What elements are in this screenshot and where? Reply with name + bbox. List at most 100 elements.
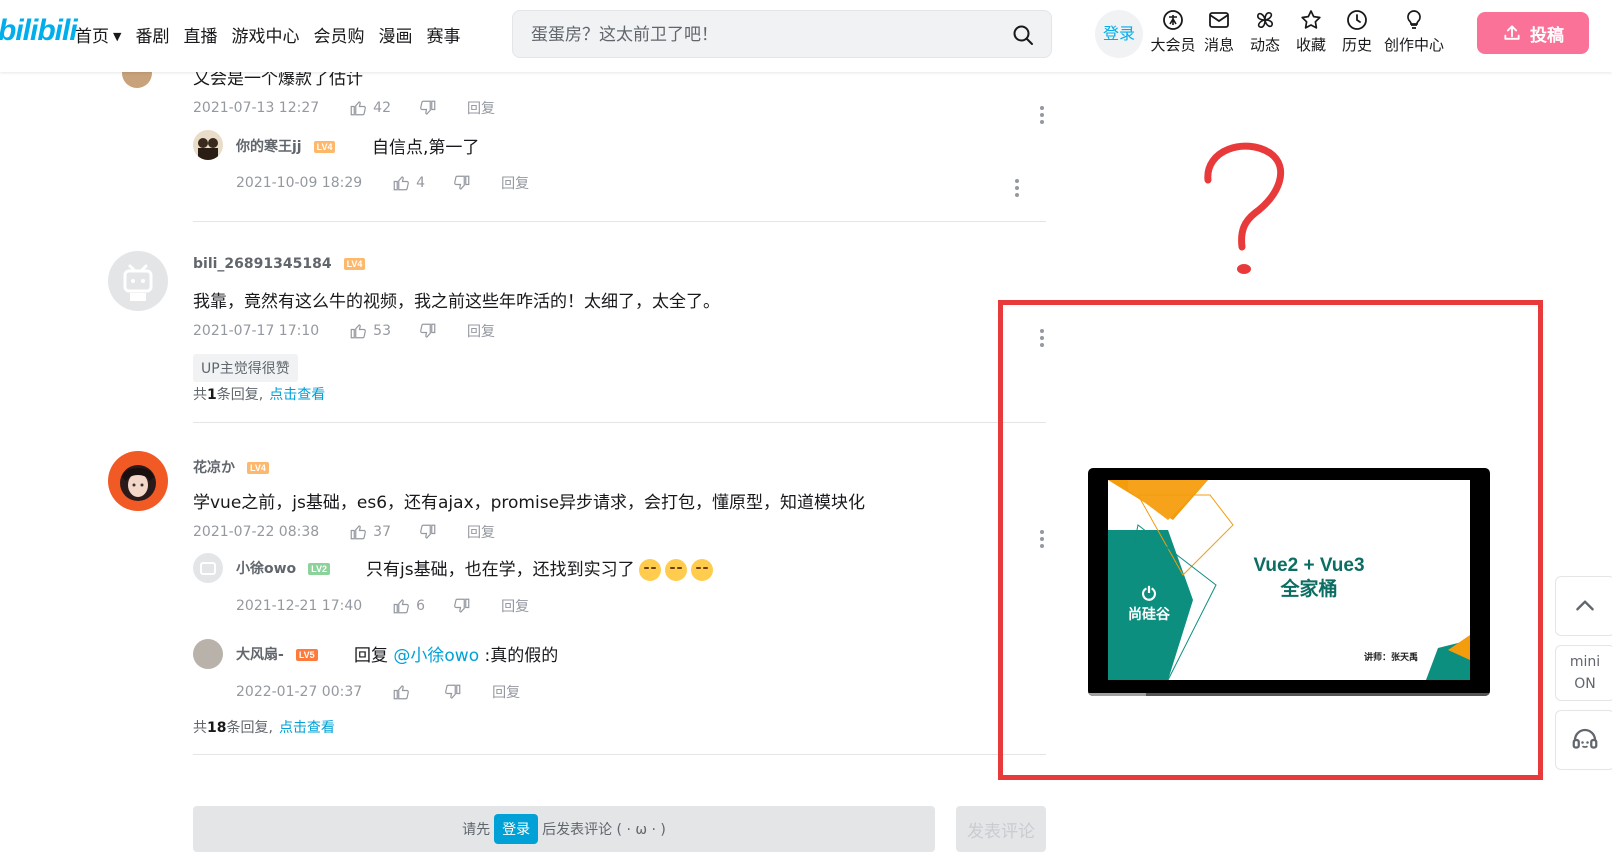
star-icon — [1301, 10, 1321, 29]
reply-button[interactable]: 回复 — [467, 522, 495, 542]
view-replies-link[interactable]: 点击查看 — [269, 387, 325, 403]
video-title-line1: Vue2 + Vue3 — [1253, 555, 1365, 576]
reply-button[interactable]: 回复 — [467, 98, 495, 118]
reply-button[interactable]: 回复 — [467, 321, 495, 341]
reply-button[interactable]: 回复 — [501, 173, 529, 193]
lightbulb-icon — [1407, 10, 1421, 29]
reply-button[interactable]: 回复 — [492, 682, 520, 702]
reply-count: 1 — [207, 387, 217, 403]
back-to-top-button[interactable] — [1555, 576, 1612, 636]
like-button[interactable] — [392, 683, 416, 701]
top-header: bilibili 首页 ▼ 番剧 直播 游戏中心 会员购 漫画 赛事 登录 大会员… — [0, 0, 1612, 72]
username[interactable]: 花凉か LV4 — [193, 457, 269, 477]
comment-time: 2021-12-21 17:40 — [236, 598, 363, 614]
nav-home[interactable]: 首页 ▼ — [75, 22, 121, 47]
reply-summary: 共18条回复, 点击查看 — [193, 717, 335, 737]
like-button[interactable]: 4 — [392, 174, 425, 192]
comment-meta: 2022-01-27 00:37 回复 — [236, 682, 520, 702]
username[interactable]: bili_26891345184 LV4 — [193, 256, 366, 272]
nav-home-label[interactable]: 首页 — [75, 27, 109, 47]
nav-mall[interactable]: 会员购 — [313, 22, 364, 47]
favorites-button[interactable]: 收藏 — [1288, 6, 1334, 55]
level-badge: LV4 — [313, 141, 336, 153]
username[interactable]: 你的寒王jj LV4 — [236, 136, 336, 156]
upload-button[interactable]: 投稿 — [1477, 12, 1589, 54]
more-menu-icon[interactable] — [1039, 106, 1045, 128]
reply-count: 18 — [207, 720, 227, 736]
search-icon[interactable] — [1011, 23, 1035, 47]
reply-button[interactable]: 回复 — [501, 596, 529, 616]
like-button[interactable]: 42 — [349, 99, 391, 117]
nav-manga[interactable]: 漫画 — [378, 22, 412, 47]
username[interactable]: 大风扇- LV5 — [236, 644, 318, 664]
comment-time: 2021-07-17 17:10 — [193, 323, 320, 339]
reply-text: 自信点,第一了 — [372, 138, 480, 158]
history-button[interactable]: 历史 — [1334, 6, 1380, 55]
history-label: 历史 — [1341, 36, 1372, 54]
view-replies-link[interactable]: 点击查看 — [279, 720, 335, 736]
dislike-button[interactable] — [453, 174, 471, 192]
customer-service-button[interactable] — [1555, 710, 1612, 770]
username-text[interactable]: 花凉か — [193, 460, 235, 476]
main-nav: 首页 ▼ 番剧 直播 游戏中心 会员购 漫画 赛事 — [75, 22, 474, 47]
nav-esports[interactable]: 赛事 — [426, 22, 460, 47]
messages-button[interactable]: 消息 — [1196, 6, 1242, 55]
avatar[interactable] — [193, 553, 223, 583]
dislike-button[interactable] — [453, 597, 471, 615]
video-title-line2: 全家桶 — [1280, 579, 1338, 600]
avatar[interactable] — [193, 130, 223, 160]
nav-bangumi[interactable]: 番剧 — [135, 22, 169, 47]
dislike-button[interactable] — [419, 322, 437, 340]
emoji-icon — [690, 559, 713, 581]
like-button[interactable]: 53 — [349, 322, 391, 340]
like-button[interactable]: 6 — [392, 597, 425, 615]
username-text[interactable]: 你的寒王jj — [236, 139, 302, 155]
dislike-button[interactable] — [419, 523, 437, 541]
comment-box-suffix: 后发表评论 ( · ω · ) — [542, 822, 666, 838]
avatar[interactable] — [108, 451, 168, 511]
comment-text: 学vue之前，js基础，es6，还有ajax，promise异步请求，会打包，懂… — [193, 493, 866, 513]
mini-video-player[interactable]: Vue2 + Vue3 全家桶 ⏻ 尚硅谷 讲师：张天禹 — [1088, 468, 1490, 696]
video-lecturer: 讲师：张天禹 — [1364, 653, 1419, 663]
like-count: 53 — [373, 323, 391, 339]
dislike-button[interactable] — [444, 683, 462, 701]
comment-login-button[interactable]: 登录 — [494, 814, 539, 844]
dynamics-button[interactable]: 动态 — [1242, 6, 1288, 55]
summary-suffix: 条回复, — [226, 720, 273, 736]
avatar[interactable] — [108, 251, 168, 311]
thumb-down-icon — [420, 524, 436, 539]
comment-box-prefix: 请先 — [462, 822, 491, 838]
nav-game-center[interactable]: 游戏中心 — [231, 22, 299, 47]
reply-prefix: 回复 — [354, 646, 388, 666]
username-text[interactable]: 大风扇- — [236, 647, 284, 663]
mention-link[interactable]: @小徐owo — [393, 646, 479, 666]
username-text[interactable]: bili_26891345184 — [193, 256, 332, 272]
login-button[interactable]: 登录 — [1095, 10, 1143, 58]
messages-label: 消息 — [1203, 36, 1234, 54]
thumb-down-icon — [445, 684, 461, 699]
level-badge: LV5 — [295, 649, 318, 661]
search-input[interactable] — [531, 23, 991, 47]
post-comment-button[interactable]: 发表评论 — [956, 806, 1046, 852]
like-button[interactable]: 37 — [349, 523, 391, 541]
clock-icon — [1347, 10, 1367, 30]
avatar[interactable] — [193, 639, 223, 669]
dislike-button[interactable] — [419, 99, 437, 117]
mini-player-toggle[interactable]: mini ON — [1555, 645, 1612, 701]
bilibili-logo[interactable]: bilibili — [0, 14, 78, 48]
comment-time: 2022-01-27 00:37 — [236, 684, 363, 700]
comment-input-box[interactable]: 请先 登录 后发表评论 ( · ω · ) — [193, 806, 935, 852]
nav-live[interactable]: 直播 — [183, 22, 217, 47]
vip-button[interactable]: 大会员 — [1150, 6, 1196, 55]
username[interactable]: 小徐owo LV2 — [236, 558, 331, 578]
reply-text-content: :真的假的 — [484, 646, 559, 666]
summary-prefix: 共 — [193, 720, 207, 736]
thumb-up-icon — [393, 176, 410, 191]
username-text[interactable]: 小徐owo — [236, 561, 296, 577]
thumb-down-icon — [420, 323, 436, 338]
video-progress-bar[interactable] — [1088, 693, 1490, 696]
divider — [193, 422, 1046, 423]
more-menu-icon[interactable] — [1014, 179, 1020, 201]
creator-center-button[interactable]: 创作中心 — [1380, 6, 1448, 55]
emoji-icon — [664, 559, 687, 581]
